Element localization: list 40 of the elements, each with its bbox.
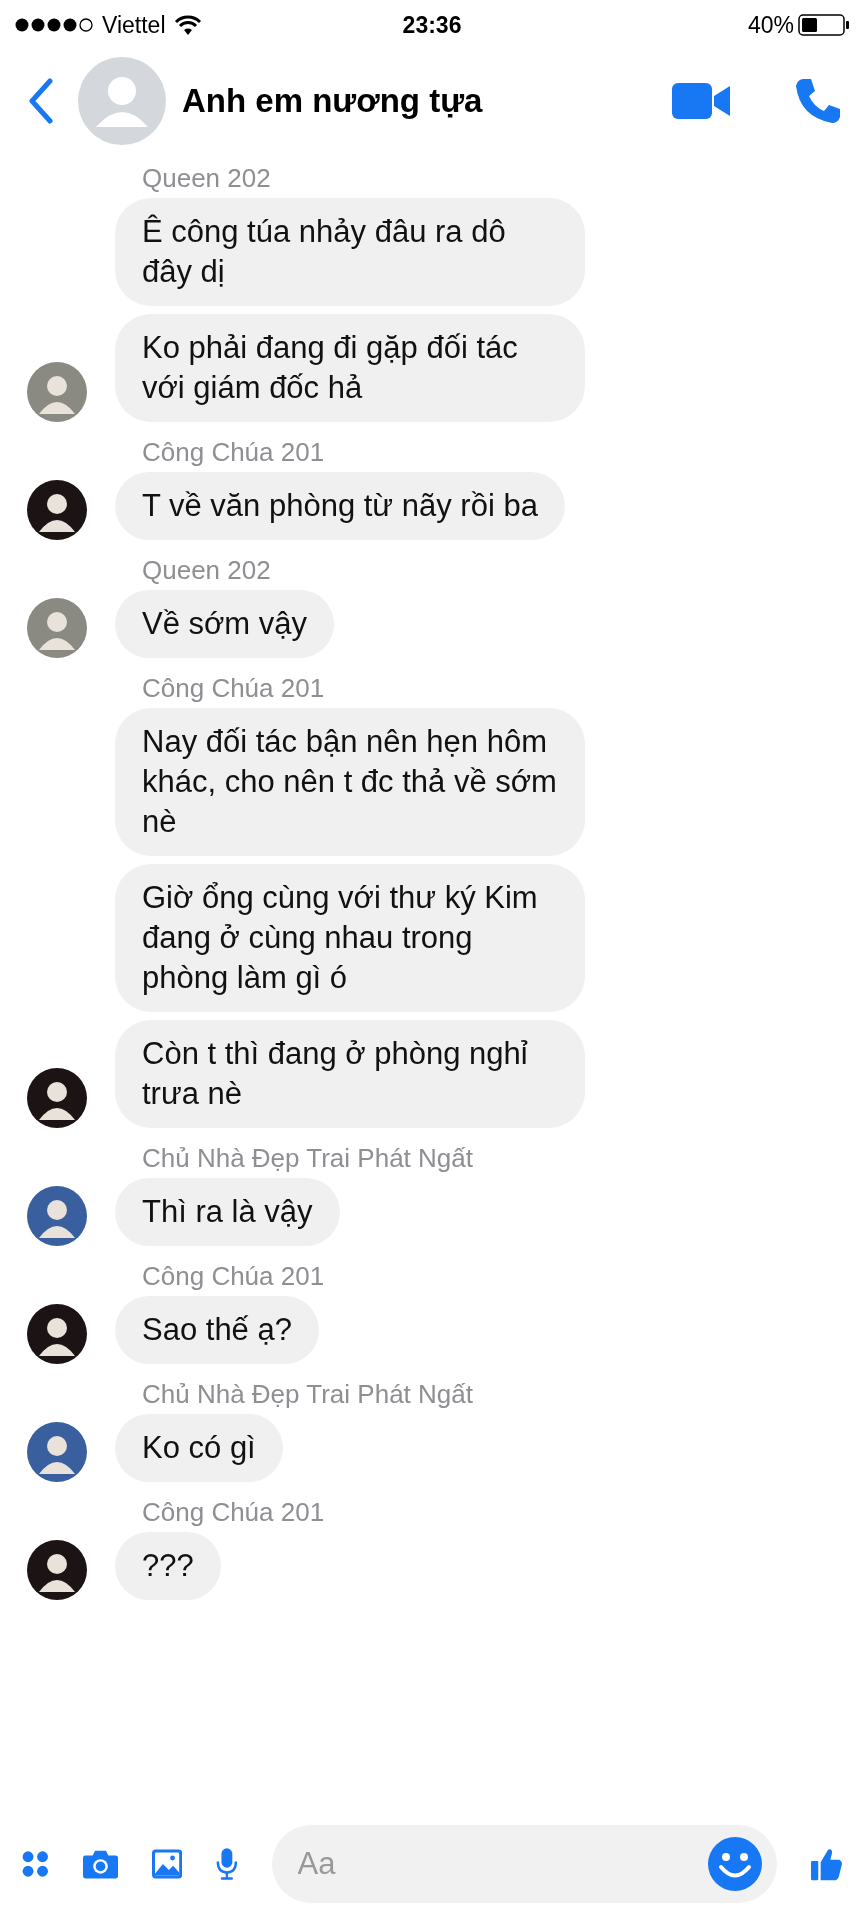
sender-name: Chủ Nhà Đẹp Trai Phát Ngất <box>142 1142 474 1174</box>
avatar-icon <box>27 362 87 422</box>
avatar-icon <box>27 1304 87 1364</box>
message-bubble: Về sớm vậy <box>115 590 335 658</box>
avatar-icon <box>27 1422 87 1482</box>
sender-name: Chủ Nhà Đẹp Trai Phát Ngất <box>142 1378 474 1410</box>
message-bubble: Ê công túa nhảy đâu ra dô đây dị <box>115 198 585 306</box>
message-bubble: Giờ ổng cùng với thư ký Kim đang ở cùng nhau trong phòng làm gì ó <box>115 864 585 1012</box>
sender-name: Queen 202 <box>142 162 272 194</box>
avatar-icon <box>27 480 87 540</box>
clock-time: 23:36 <box>402 10 462 40</box>
sender-name: Queen 202 <box>142 554 272 586</box>
message-bubble: Nay đối tác bận nên hẹn hôm khác, cho nên t đc thả về sớm nè <box>115 708 585 856</box>
message-bubble: Thì ra là vậy <box>115 1178 340 1246</box>
group-avatar-icon <box>78 57 166 145</box>
message-bubble: ??? <box>115 1532 221 1600</box>
chat-title: Anh em nương tựa <box>182 81 483 122</box>
sender-name: Công Chúa 201 <box>142 1496 326 1528</box>
wifi-icon <box>173 14 202 36</box>
message-bubble: T về văn phòng từ nãy rồi ba <box>115 472 565 540</box>
sender-name: Công Chúa 201 <box>142 672 326 704</box>
message-field[interactable]: Aa <box>271 1825 777 1903</box>
carrier-name: Viettel <box>102 10 166 40</box>
message-bubble: Ko phải đang đi gặp đối tác với giám đốc hả <box>115 314 585 422</box>
avatar-icon <box>27 1540 87 1600</box>
message-bubble: Còn t thì đang ở phòng nghỉ trưa nè <box>115 1020 585 1128</box>
signal-icon <box>14 17 94 33</box>
battery-percent: 40% <box>747 10 794 40</box>
message-bubble: Sao thế ạ? <box>115 1296 319 1364</box>
phone-icon[interactable] <box>794 77 842 125</box>
avatar-icon <box>27 1186 87 1246</box>
battery-icon <box>798 14 850 36</box>
avatar-icon <box>27 598 87 658</box>
avatar-icon <box>27 1068 87 1128</box>
message-bubble: Ko có gì <box>115 1414 283 1482</box>
back-icon[interactable] <box>28 78 54 124</box>
emoji-icon[interactable] <box>706 1836 763 1892</box>
sender-name: Công Chúa 201 <box>142 1260 326 1292</box>
video-call-icon[interactable] <box>672 83 730 119</box>
sender-name: Công Chúa 201 <box>142 436 326 468</box>
